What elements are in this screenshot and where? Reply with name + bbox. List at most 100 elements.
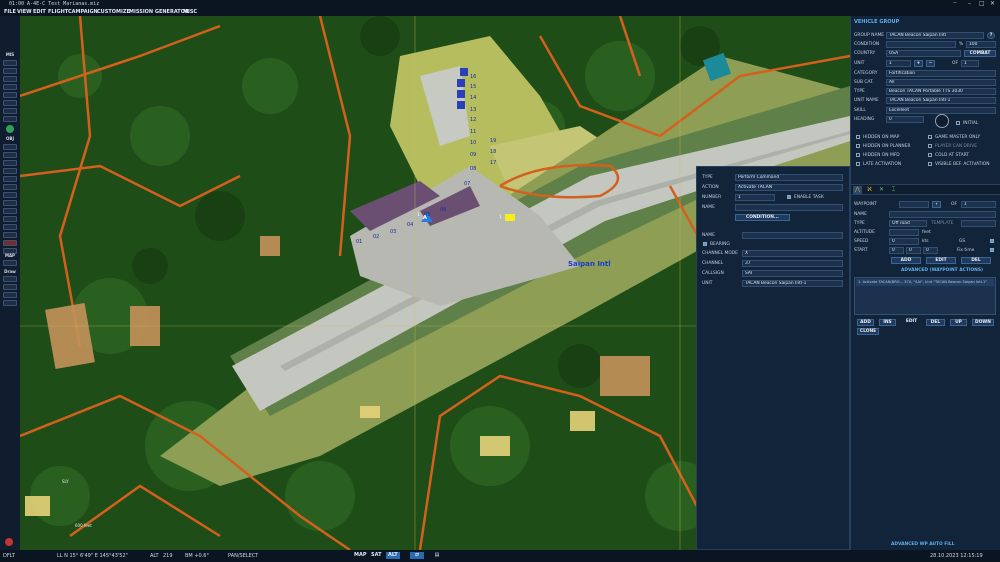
minimize-button[interactable]: – <box>968 0 971 7</box>
speed-field[interactable]: 0 <box>889 238 919 245</box>
heading-dial[interactable] <box>935 114 949 128</box>
map-tool-button[interactable] <box>3 260 17 266</box>
toolbar-button-24[interactable] <box>3 284 17 290</box>
group-name-field[interactable]: TACAN Beacon Saipan Intl <box>886 32 984 39</box>
toolbar-button-21[interactable] <box>3 240 17 246</box>
game-master-only-checkbox[interactable] <box>928 135 932 139</box>
channel-field[interactable]: 37 <box>742 260 843 267</box>
action-list-item[interactable]: 1. Activate TACAN(BRG... 37X, "SAI", Uni… <box>856 279 994 286</box>
globe-icon[interactable] <box>6 125 14 133</box>
waypoint-prev-button[interactable]: ‹ <box>932 201 941 208</box>
action-add-button[interactable]: ADD <box>857 319 874 326</box>
action-down-button[interactable]: DOWN <box>972 319 994 326</box>
toolbar-button-25[interactable] <box>3 292 17 298</box>
menu-customize[interactable]: CUSTOMIZE <box>97 9 130 15</box>
late-activation-checkbox[interactable] <box>856 162 860 166</box>
start-seconds[interactable]: 0 <box>923 247 938 254</box>
cmd-action-select[interactable]: Activate TACAN <box>735 184 843 191</box>
toolbar-button-11[interactable] <box>3 160 17 166</box>
template-select[interactable] <box>961 220 996 227</box>
menu-campaign[interactable]: CAMPAIGN <box>68 9 98 15</box>
toolbar-button-12[interactable] <box>3 168 17 174</box>
help-button[interactable]: ? <box>987 32 995 39</box>
wp-actions-list[interactable]: 1. Activate TACAN(BRG... 37X, "SAI", Uni… <box>854 277 996 315</box>
toolbar-button-16[interactable] <box>3 200 17 206</box>
close-button[interactable]: ✕ <box>990 0 995 7</box>
toolbar-button-15[interactable] <box>3 192 17 198</box>
unit-remove-button[interactable]: − <box>926 60 935 67</box>
toolbar-button-20[interactable] <box>3 232 17 238</box>
toolbar-button-8[interactable] <box>3 116 17 122</box>
route-tab-icon[interactable]: ⋀ <box>853 186 862 194</box>
triggers-tab-icon[interactable]: ℵ <box>865 186 874 194</box>
layers-icon[interactable]: ⇄ <box>410 552 424 559</box>
toolbar-button-17[interactable] <box>3 208 17 214</box>
toolbar-button-5[interactable] <box>3 92 17 98</box>
start-hours[interactable]: 0 <box>889 247 904 254</box>
condition-button[interactable]: CONDITION... <box>735 214 790 221</box>
action-del-button[interactable]: DEL <box>926 319 945 326</box>
fix-time-checkbox[interactable] <box>990 248 994 252</box>
category-select[interactable]: Fortification <box>886 70 996 77</box>
wp-del-button[interactable]: DEL <box>961 257 991 264</box>
summary-tab-icon[interactable]: ⌶ <box>889 186 898 194</box>
hidden-on-map-checkbox[interactable] <box>856 135 860 139</box>
toolbar-button-7[interactable] <box>3 108 17 114</box>
toolbar-button-26[interactable] <box>3 300 17 306</box>
cold-at-start-checkbox[interactable] <box>928 153 932 157</box>
toolbar-button-10[interactable] <box>3 152 17 158</box>
unit-number[interactable]: 1 <box>886 60 911 67</box>
unit-add-button[interactable]: + <box>914 60 923 67</box>
unit-marker-letter[interactable]: A <box>423 215 427 221</box>
cmd-unit-select[interactable]: TACAN Beacon Saipan Intl-1 <box>742 280 843 287</box>
filter-icon[interactable]: ▤ <box>430 552 444 559</box>
menu-edit[interactable]: EDIT <box>33 9 46 15</box>
toolbar-button-18[interactable] <box>3 216 17 222</box>
toolbar-button-23[interactable] <box>3 276 17 282</box>
alt-toggle[interactable]: ALT <box>386 552 400 559</box>
combat-button[interactable]: COMBAT <box>964 50 996 57</box>
toolbar-button-4[interactable] <box>3 84 17 90</box>
start-minutes[interactable]: 0 <box>906 247 921 254</box>
menu-misc[interactable]: MISC <box>183 9 197 15</box>
tacan-name-field[interactable] <box>742 232 843 239</box>
action-up-button[interactable]: UP <box>950 319 967 326</box>
power-icon[interactable] <box>5 538 13 546</box>
cmd-name-field[interactable] <box>735 204 843 211</box>
toolbar-button-2[interactable] <box>3 68 17 74</box>
toolbar-button-6[interactable] <box>3 100 17 106</box>
bearing-checkbox[interactable] <box>703 242 707 246</box>
map-toggle[interactable]: MAP <box>352 552 369 559</box>
condition-value[interactable]: 100 <box>966 41 996 48</box>
condition-slider[interactable] <box>886 41 956 48</box>
skill-select[interactable]: Excellent <box>886 107 996 114</box>
unit-name-field[interactable]: TACAN Beacon Saipan Intl-1 <box>886 97 996 104</box>
menu-view[interactable]: VIEW <box>17 9 32 15</box>
menu-flight[interactable]: FLIGHT <box>48 9 68 15</box>
action-clone-button[interactable]: CLONE <box>857 328 879 335</box>
altitude-field[interactable] <box>889 229 919 236</box>
menu-mission-generator[interactable]: MISSION GENERATOR <box>129 9 189 15</box>
channel-mode-select[interactable]: X <box>742 250 843 257</box>
enable-task-checkbox[interactable] <box>787 195 791 199</box>
menu-file[interactable]: FILE <box>4 9 16 15</box>
toolbar-button-9[interactable] <box>3 144 17 150</box>
type-select[interactable]: Beacon TACAN Portable TTS 3030 <box>886 88 996 95</box>
wp-type-select[interactable]: Off road <box>889 220 927 227</box>
adv-autofill-button[interactable]: ADVANCED WP AUTO FILL <box>891 542 955 547</box>
draw-button[interactable]: Draw <box>2 269 18 274</box>
toolbar-button-1[interactable] <box>3 60 17 66</box>
waypoint-select[interactable] <box>899 201 929 208</box>
hidden-on-mfd-checkbox[interactable] <box>856 153 860 157</box>
wp-add-button[interactable]: ADD <box>891 257 921 264</box>
toolbar-button-13[interactable] <box>3 176 17 182</box>
wp-edit-button[interactable]: EDIT <box>926 257 956 264</box>
toolbar-button-19[interactable] <box>3 224 17 230</box>
toolbar-button-14[interactable] <box>3 184 17 190</box>
callsign-field[interactable]: SAI <box>742 270 843 277</box>
visible-bef-activation-checkbox[interactable] <box>928 162 932 166</box>
action-edit-button[interactable]: EDIT <box>902 319 921 326</box>
gs-checkbox[interactable] <box>990 239 994 243</box>
country-select[interactable]: USA <box>886 50 961 57</box>
wp-name-field[interactable] <box>889 211 996 218</box>
